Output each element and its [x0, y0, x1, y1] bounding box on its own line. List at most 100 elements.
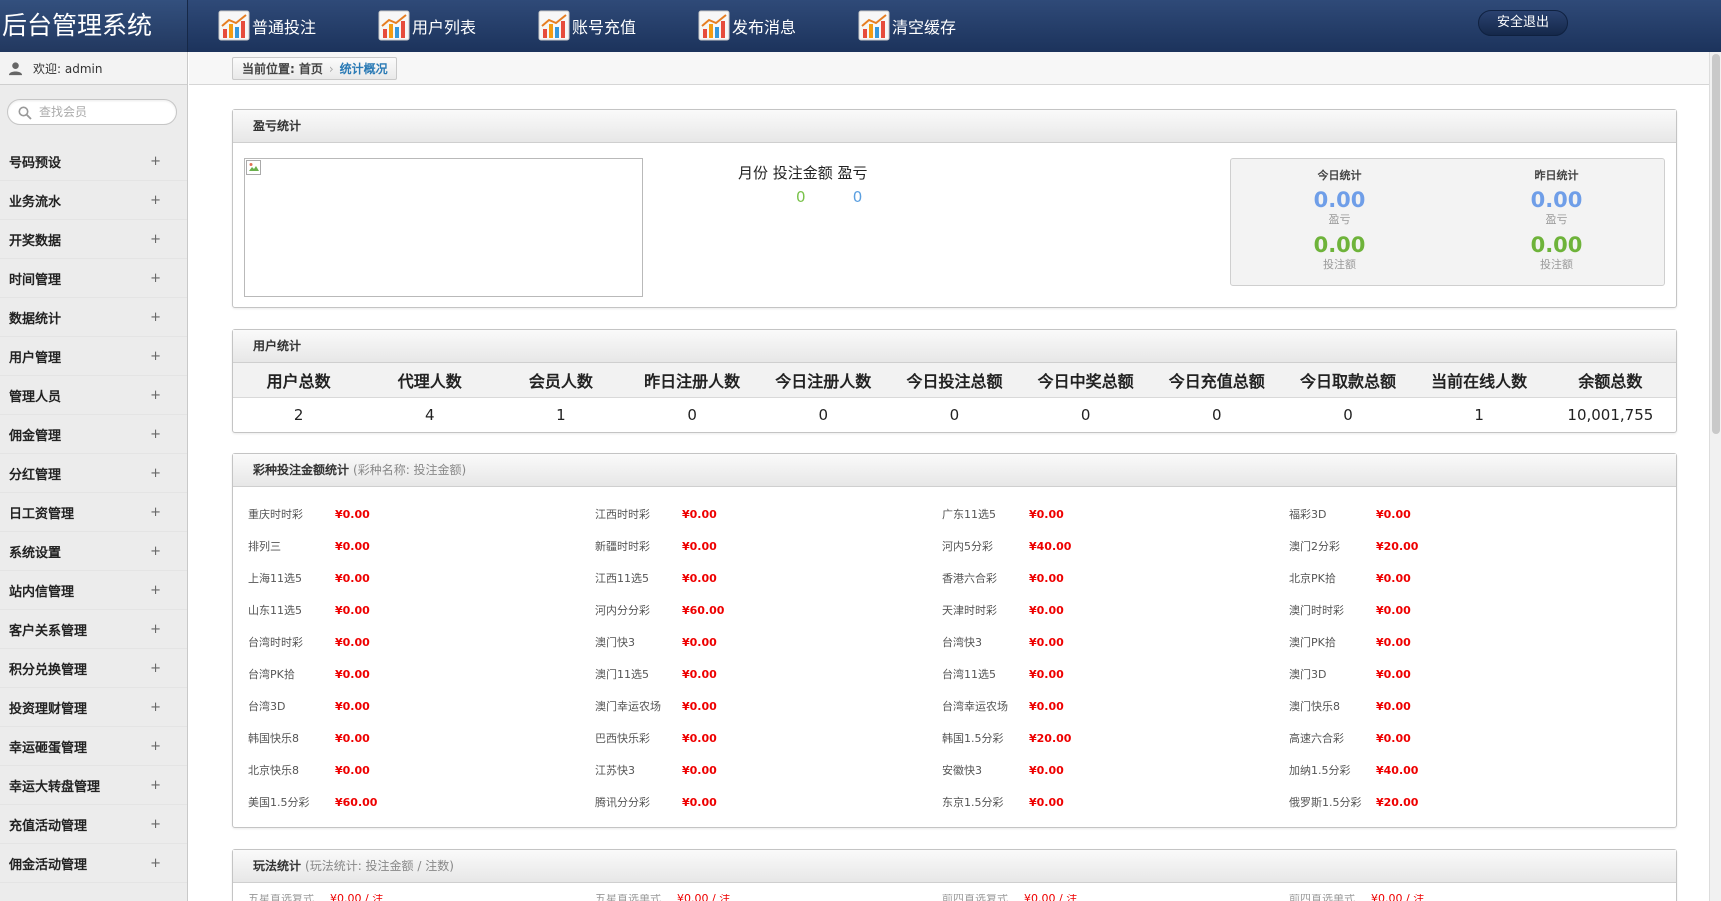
sidebar-menu: 号码预设 + 业务流水 + 开奖数据 + 时间管理 + 数据统计 + 用户管理 + 管理人员…: [0, 142, 187, 883]
lottery-amount: ¥0.00: [1376, 571, 1411, 585]
sidebar-item-commission-activity[interactable]: 佣金活动管理 +: [0, 844, 187, 883]
sidebar-item-investment[interactable]: 投资理财管理 +: [0, 688, 187, 727]
lottery-item: 江苏快3 ¥0.00: [595, 754, 942, 786]
sidebar-item-daily-wage[interactable]: 日工资管理 +: [0, 493, 187, 532]
nav-item-normal-bet[interactable]: 普通投注: [218, 0, 378, 52]
member-search-input[interactable]: [39, 103, 169, 121]
sidebar-item-admin-staff[interactable]: 管理人员 +: [0, 376, 187, 415]
lottery-stats-panel: 彩种投注金额统计 (彩种名称: 投注金额) 重庆时时彩 ¥0.00 江西时时彩 ¥0.0…: [232, 453, 1677, 828]
lottery-amount: ¥40.00: [1029, 539, 1072, 553]
sidebar-item-lucky-egg[interactable]: 幸运砸蛋管理 +: [0, 727, 187, 766]
nav-item-clear-cache[interactable]: 清空缓存: [858, 0, 1018, 52]
sidebar-item-customer-relations[interactable]: 客户关系管理 +: [0, 610, 187, 649]
lottery-item: 澳门PK拾 ¥0.00: [1289, 626, 1636, 658]
lottery-item: 台湾PK拾 ¥0.00: [248, 658, 595, 690]
sidebar-item-draw-data[interactable]: 开奖数据 +: [0, 220, 187, 259]
nav-label: 发布消息: [732, 18, 797, 37]
lottery-item: 台湾11选5 ¥0.00: [942, 658, 1289, 690]
play-item: 五星直选单式 ¥0.00 / 注: [595, 894, 942, 901]
sidebar-item-label: 幸运砸蛋管理: [9, 740, 88, 756]
lottery-item: 俄罗斯1.5分彩 ¥20.00: [1289, 786, 1636, 818]
lottery-item: 韩国1.5分彩 ¥20.00: [942, 722, 1289, 754]
lottery-item: 台湾快3 ¥0.00: [942, 626, 1289, 658]
table-cell: 0: [949, 405, 960, 424]
lottery-item: 台湾幸运农场 ¥0.00: [942, 690, 1289, 722]
table-header-cell: 今日充值总额: [1151, 363, 1283, 398]
sidebar-item-label: 充值活动管理: [9, 818, 88, 834]
lottery-item: 广东11选5 ¥0.00: [942, 498, 1289, 530]
sidebar-item-commission[interactable]: 佣金管理 +: [0, 415, 187, 454]
sidebar-item-business-flow[interactable]: 业务流水 +: [0, 181, 187, 220]
sidebar-item-number-preset[interactable]: 号码预设 +: [0, 142, 187, 181]
lottery-item: 台湾时时彩 ¥0.00: [248, 626, 595, 658]
sidebar-item-data-statistics[interactable]: 数据统计 +: [0, 298, 187, 337]
table-cell: 10,001,755: [1567, 405, 1654, 424]
sidebar-item-points-exchange[interactable]: 积分兑换管理 +: [0, 649, 187, 688]
sidebar-item-lucky-wheel[interactable]: 幸运大转盘管理 +: [0, 766, 187, 805]
lottery-amount: ¥0.00: [1376, 635, 1411, 649]
sidebar-item-user-management[interactable]: 用户管理 +: [0, 337, 187, 376]
sidebar-item-internal-messages[interactable]: 站内信管理 +: [0, 571, 187, 610]
table-cell: 0: [1343, 405, 1353, 424]
expand-icon: +: [150, 309, 161, 325]
play-grid: 五星直选复式 ¥0.00 / 注 五星直选单式 ¥0.00 / 注 前四直选复式 ¥0.0…: [248, 894, 1648, 901]
user-icon: [8, 61, 23, 75]
sidebar-item-recharge-activity[interactable]: 充值活动管理 +: [0, 805, 187, 844]
sidebar-item-time-management[interactable]: 时间管理 +: [0, 259, 187, 298]
lottery-amount: ¥0.00: [1029, 763, 1064, 777]
play-item: 五星直选复式 ¥0.00 / 注: [248, 894, 595, 901]
expand-icon: +: [150, 465, 161, 481]
sidebar-item-label: 幸运大转盘管理: [9, 779, 101, 795]
expand-icon: +: [150, 348, 161, 364]
lottery-item: 河内5分彩 ¥40.00: [942, 530, 1289, 562]
lottery-amount: ¥0.00: [335, 699, 370, 713]
yesterday-stats: 昨日统计 0.00 盈亏 0.00 投注额: [1448, 159, 1665, 271]
lottery-item: 新疆时时彩 ¥0.00: [595, 530, 942, 562]
lottery-amount: ¥0.00: [682, 763, 717, 777]
lottery-name: 台湾快3: [942, 636, 982, 649]
lottery-amount: ¥0.00: [682, 731, 717, 745]
expand-icon: +: [150, 660, 161, 676]
lottery-item: 江西11选5 ¥0.00: [595, 562, 942, 594]
lottery-item: 香港六合彩 ¥0.00: [942, 562, 1289, 594]
page-scrollbar[interactable]: [1709, 52, 1721, 901]
top-bar: 后台管理系统 普通投注 用户列表 账号充值 发布消息 清空缓存 安全退出: [0, 0, 1721, 52]
today-bet-value: 0.00: [1313, 233, 1366, 257]
lottery-name: 巴西快乐彩: [595, 732, 650, 745]
nav-label: 账号充值: [572, 18, 637, 37]
daily-stats-box: 今日统计 0.00 盈亏 0.00 投注额 昨日统计 0.00 盈亏 0.00 …: [1230, 158, 1665, 286]
lottery-amount: ¥0.00: [1376, 731, 1411, 745]
play-stats-panel: 玩法统计 (玩法统计: 投注金额 / 注数) 五星直选复式 ¥0.00 / 注五星直…: [232, 849, 1677, 901]
lottery-name: 东京1.5分彩: [942, 796, 1004, 809]
play-item: 前四直选单式 ¥0.00 / 注: [1289, 894, 1636, 901]
lottery-name: 广东11选5: [942, 508, 996, 521]
sidebar-item-dividend[interactable]: 分红管理 +: [0, 454, 187, 493]
scrollbar-thumb[interactable]: [1712, 54, 1720, 434]
nav-item-account-recharge[interactable]: 账号充值: [538, 0, 698, 52]
sidebar-item-system-settings[interactable]: 系统设置 +: [0, 532, 187, 571]
table-cell: 0: [1080, 405, 1091, 424]
sidebar-item-label: 开奖数据: [9, 233, 62, 249]
table-header-cell: 今日投注总额: [888, 363, 1021, 398]
nav-item-publish-message[interactable]: 发布消息: [698, 0, 858, 52]
lottery-amount: ¥0.00: [682, 507, 717, 521]
lottery-item: 澳门快3 ¥0.00: [595, 626, 942, 658]
play-amount: ¥0.00 / 注: [1024, 894, 1078, 901]
lottery-name: 江苏快3: [595, 764, 635, 777]
chevron-right-icon: ›: [328, 61, 334, 76]
table-cell: 2: [293, 405, 304, 424]
sidebar-item-label: 客户关系管理: [9, 623, 88, 639]
chart-icon: [698, 10, 730, 41]
sidebar-item-label: 佣金活动管理: [9, 857, 88, 873]
breadcrumb-home-link[interactable]: 首页: [299, 60, 323, 77]
expand-icon: +: [150, 582, 161, 598]
lottery-item: 山东11选5 ¥0.00: [248, 594, 595, 626]
lottery-name: 澳门时时彩: [1289, 604, 1344, 617]
lottery-name: 澳门幸运农场: [595, 700, 661, 713]
lottery-amount: ¥0.00: [682, 795, 717, 809]
nav-item-user-list[interactable]: 用户列表: [378, 0, 538, 52]
profit-legend-values: 0 0: [796, 188, 862, 206]
logout-button[interactable]: 安全退出: [1478, 10, 1568, 36]
lottery-item: 台湾3D ¥0.00: [248, 690, 595, 722]
lottery-amount: ¥0.00: [1376, 699, 1411, 713]
